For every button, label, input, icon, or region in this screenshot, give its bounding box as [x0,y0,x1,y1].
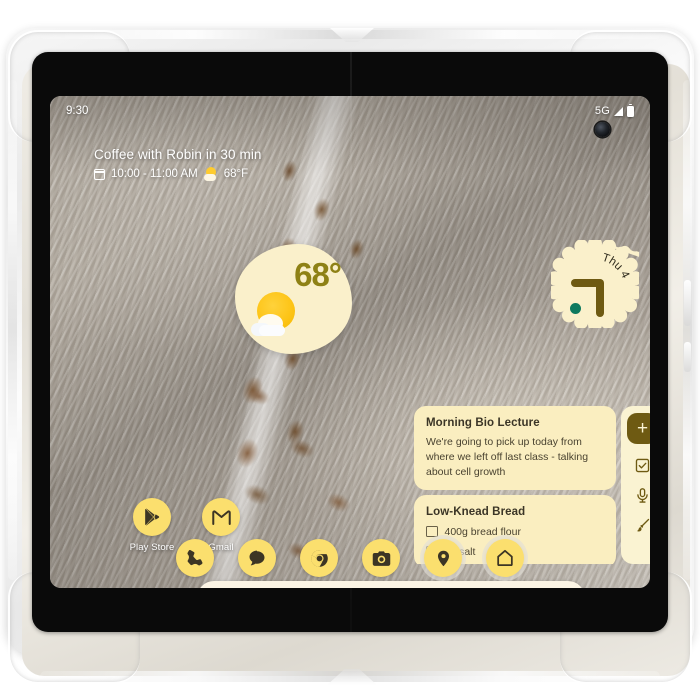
weather-temperature: 68° [294,256,342,293]
calendar-icon [93,168,105,180]
at-a-glance-widget[interactable]: Coffee with Robin in 30 min 10:00 - 11:0… [93,147,262,181]
battery-full-icon [627,103,634,117]
gmail-icon [202,498,240,536]
signal-triangle-icon [614,106,623,116]
google-home-icon [497,549,513,567]
case-power-button-cutout [684,342,691,372]
keep-note-card[interactable]: Morning Bio Lecture We're going to pick … [414,406,616,490]
dock-item-home[interactable] [486,539,524,577]
fold-crease [350,52,352,632]
at-a-glance-temperature: 68°F [223,168,249,180]
clock-accent-dot [570,303,581,314]
dock-item-maps[interactable] [424,539,462,577]
dock-item-chrome[interactable] [300,539,338,577]
play-store-icon [133,498,171,536]
camera-icon [372,550,390,566]
sun-behind-cloud-icon [251,290,297,336]
network-type-label: 5G [594,105,610,117]
chrome-icon [310,549,328,567]
weather-widget[interactable]: 68° [235,244,352,354]
sun-behind-cloud-icon [203,167,218,181]
at-a-glance-details: 10:00 - 11:00 AM 68°F [93,167,262,181]
at-a-glance-time-range: 10:00 - 11:00 AM [111,168,198,180]
screenshot-stage: 9:30 5G Coffee with Robin in 30 min 10:0… [0,0,700,700]
dock-item-phone[interactable] [176,539,214,577]
case-rail-right [683,80,692,580]
keep-note-body: We're going to pick up today from where … [426,436,589,478]
microphone-icon[interactable] [634,487,650,504]
google-search-bar[interactable] [197,581,585,588]
phone-icon [187,550,203,566]
status-bar-indicators: 5G [594,103,634,117]
keep-note-title: Morning Bio Lecture [426,417,540,429]
brush-icon[interactable] [634,517,650,534]
maps-pin-icon [437,550,449,566]
clock-date-widget[interactable]: Thu 4 [551,240,639,328]
checkbox-icon[interactable] [634,457,650,474]
clock-hands [551,240,639,328]
clock-minute-hand [596,279,604,317]
status-bar-clock: 9:30 [66,105,89,117]
dock-item-camera[interactable] [362,539,400,577]
dock-item-messages[interactable] [238,539,276,577]
keep-note-title: Low-Knead Bread [426,505,526,518]
keep-add-note-button[interactable]: + [627,413,650,444]
case-volume-button-cutout [684,280,691,326]
messages-icon [249,550,265,566]
at-a-glance-title: Coffee with Robin in 30 min [94,147,262,162]
front-camera-icon [595,122,610,137]
case-rail-left [8,80,17,580]
